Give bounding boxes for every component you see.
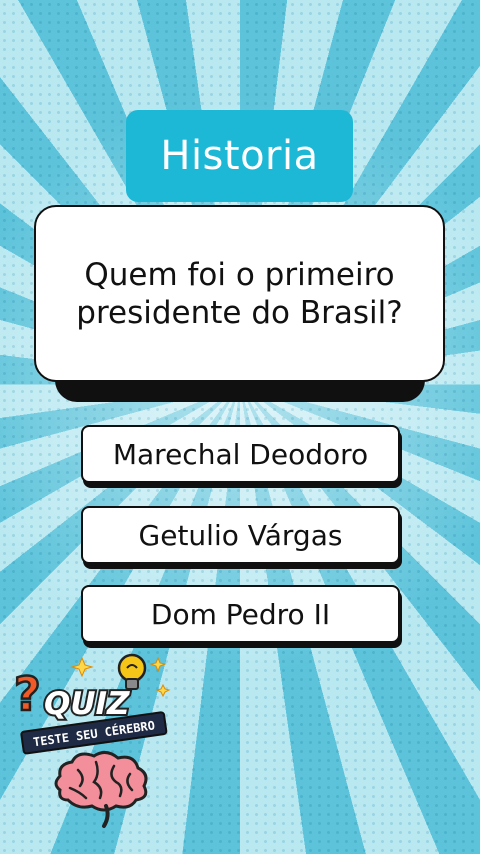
- question-text: Quem foi o primeiro presidente do Brasil…: [76, 256, 403, 331]
- brain-icon: [54, 751, 148, 828]
- quiz-logo: ? QUIZ TESTE SEU CÉREBRO: [13, 653, 171, 828]
- answer-option-2-label: Getulio Várgas: [138, 518, 343, 552]
- category-badge: Historia: [126, 110, 353, 202]
- category-label: Historia: [160, 133, 319, 179]
- answer-option-3[interactable]: Dom Pedro II: [81, 585, 400, 643]
- lightbulb-icon: [117, 653, 147, 690]
- answer-option-1-label: Marechal Deodoro: [112, 437, 369, 471]
- answer-option-3-label: Dom Pedro II: [150, 597, 331, 631]
- answer-option-1[interactable]: Marechal Deodoro: [81, 425, 400, 483]
- question-mark-icon: ?: [14, 667, 41, 721]
- logo-title: QUIZ: [44, 686, 130, 722]
- answer-option-2[interactable]: Getulio Várgas: [81, 506, 400, 564]
- question-card: Quem foi o primeiro presidente do Brasil…: [34, 205, 445, 382]
